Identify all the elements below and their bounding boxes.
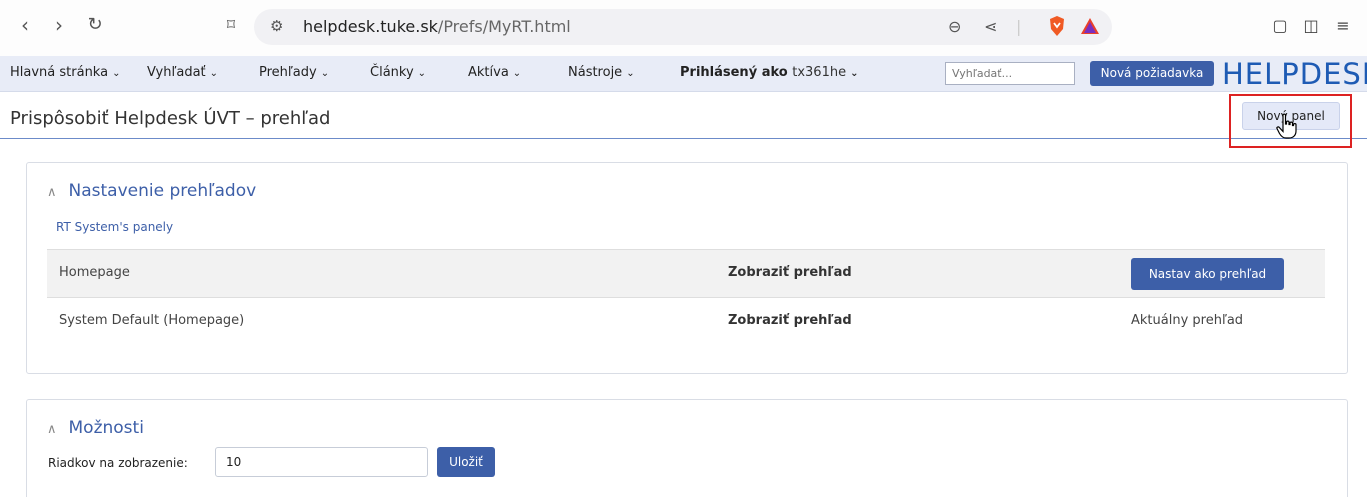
current-dashboard-status: Aktuálny prehľad: [1131, 313, 1244, 328]
url-text[interactable]: helpdesk.tuke.sk/Prefs/MyRT.html: [303, 17, 571, 36]
set-as-dashboard-button[interactable]: Nastav ako prehľad: [1131, 258, 1284, 290]
system-dashboards-link[interactable]: RT System's panely: [56, 220, 173, 234]
nav-item-tools[interactable]: Nástroje ⌄: [568, 65, 635, 80]
table-row: System Default (Homepage) Zobraziť prehľ…: [47, 298, 1325, 347]
brave-shield-icon[interactable]: [1047, 15, 1067, 37]
rows-per-page-input[interactable]: 10: [215, 447, 428, 477]
save-button[interactable]: Uložiť: [437, 447, 495, 477]
table-row: Homepage Zobraziť prehľad Nastav ako pre…: [47, 249, 1325, 298]
back-icon[interactable]: ‹: [14, 14, 36, 36]
nav-item-home[interactable]: Hlavná stránka ⌄: [10, 65, 120, 80]
bookmark-icon[interactable]: ⌑: [220, 14, 242, 36]
divider: [0, 138, 1367, 139]
nav-search-input[interactable]: [945, 62, 1075, 85]
collapse-chevron-icon[interactable]: ∧: [47, 422, 57, 437]
zoom-icon[interactable]: ⊖: [948, 17, 961, 36]
menu-icon[interactable]: ≡: [1334, 17, 1352, 35]
address-bar[interactable]: ⚙ helpdesk.tuke.sk/Prefs/MyRT.html ⊖ ⋖ |: [254, 9, 1112, 45]
rows-per-page-label: Riadkov na zobrazenie:: [48, 456, 188, 470]
nav-item-articles[interactable]: Články ⌄: [370, 65, 426, 80]
options-card-title[interactable]: ∧ Možnosti: [47, 418, 144, 438]
share-icon[interactable]: ⋖: [984, 17, 997, 36]
new-request-button[interactable]: Nová požiadavka: [1090, 61, 1214, 86]
reload-icon[interactable]: ↻: [84, 14, 106, 36]
dashboard-name: System Default (Homepage): [59, 313, 245, 328]
browser-toolbar: ‹ › ↻ ⌑ ⚙ helpdesk.tuke.sk/Prefs/MyRT.ht…: [0, 0, 1367, 56]
collapse-chevron-icon[interactable]: ∧: [47, 185, 57, 200]
dashboards-card-title[interactable]: ∧ Nastavenie prehľadov: [47, 181, 256, 201]
hand-cursor-icon: [1276, 113, 1297, 139]
wallet-icon[interactable]: ◫: [1302, 17, 1320, 35]
view-dashboard-link[interactable]: Zobraziť prehľad: [728, 313, 852, 328]
nav-item-assets[interactable]: Aktíva ⌄: [468, 65, 521, 80]
dashboard-name: Homepage: [59, 265, 130, 280]
nav-item-reports[interactable]: Prehľady ⌄: [259, 65, 329, 80]
view-dashboard-link[interactable]: Zobraziť prehľad: [728, 265, 852, 280]
site-info-icon[interactable]: ⚙: [270, 17, 283, 35]
nav-item-search[interactable]: Vyhľadať ⌄: [147, 65, 218, 80]
sidebar-icon[interactable]: ▢: [1271, 17, 1289, 35]
nav-item-logged-in[interactable]: Prihlásený ako tx361he ⌄: [680, 65, 858, 80]
rewards-triangle-icon[interactable]: [1080, 17, 1100, 35]
page-title: Prispôsobiť Helpdesk ÚVT – prehľad: [10, 108, 331, 129]
helpdesk-logo: HELPDESK: [1222, 57, 1367, 91]
forward-icon[interactable]: ›: [48, 14, 70, 36]
separator: |: [1016, 17, 1022, 36]
